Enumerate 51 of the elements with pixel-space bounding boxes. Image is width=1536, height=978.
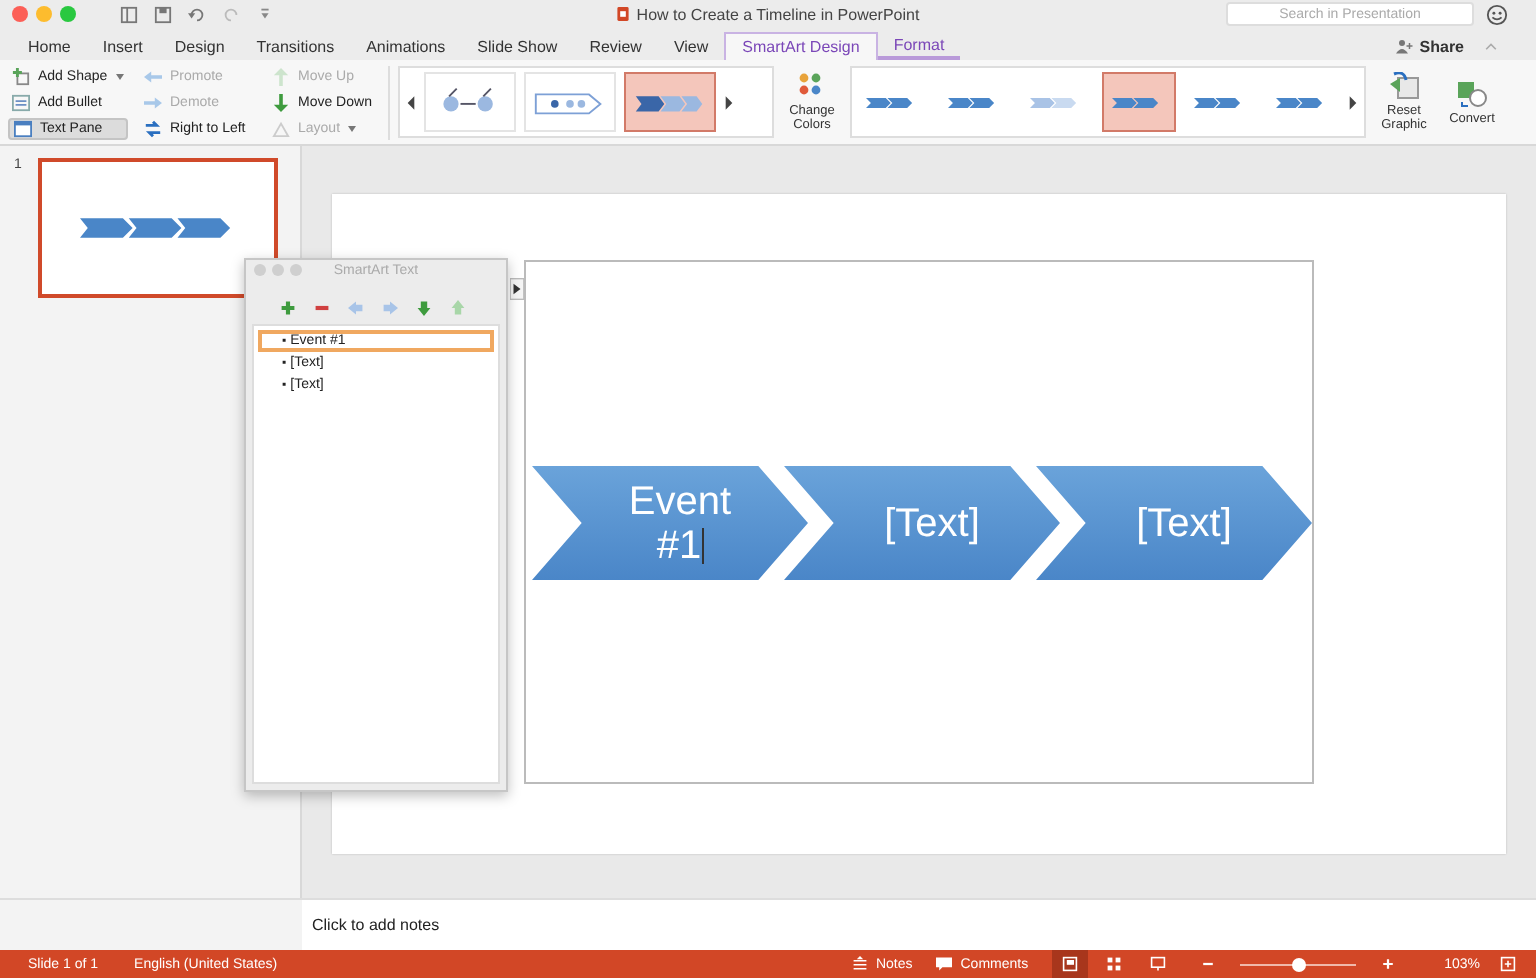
ribbon-tab[interactable]: SmartArt Design	[724, 32, 878, 60]
comment-icon	[936, 956, 953, 972]
ribbon-tab[interactable]: View	[657, 32, 725, 60]
notes-icon	[851, 956, 868, 972]
convert-icon	[1456, 79, 1488, 107]
grid-icon	[1106, 956, 1123, 972]
normal-view-button[interactable]	[1052, 950, 1089, 978]
scroll-right-icon[interactable]	[724, 95, 734, 109]
bullet-list-icon	[12, 93, 30, 111]
collapse-ribbon-icon[interactable]	[1482, 38, 1500, 54]
fit-to-window-icon[interactable]	[1500, 956, 1516, 972]
add-person-icon	[1395, 38, 1414, 54]
add-shape-icon	[12, 67, 30, 85]
slide-thumbnail[interactable]	[37, 158, 278, 298]
ribbon-tab[interactable]: Home	[12, 32, 87, 60]
smiley-icon[interactable]	[1486, 3, 1508, 25]
style-thumbnail[interactable]	[1102, 72, 1177, 132]
ribbon-tab[interactable]: Slide Show	[461, 32, 574, 60]
left-arrow-icon	[144, 67, 162, 85]
ribbon-tab[interactable]: Insert	[86, 32, 159, 60]
customize-icon[interactable]	[256, 5, 274, 23]
layout-thumbnail[interactable]	[624, 72, 716, 132]
undo-icon[interactable]	[188, 5, 206, 23]
ribbon-tab[interactable]: Transitions	[240, 32, 351, 60]
window-title: How to Create a Timeline in PowerPoint	[636, 5, 920, 23]
up-arrow-icon	[272, 67, 290, 85]
right-arrow-icon	[144, 93, 162, 111]
notes-field[interactable]: Click to add notes	[302, 898, 1536, 950]
close-window-button[interactable]	[12, 6, 28, 22]
zoom-in-icon[interactable]	[1380, 956, 1397, 972]
scroll-right-icon[interactable]	[1347, 95, 1358, 109]
normal-view-icon	[1062, 956, 1079, 972]
zoom-window-button[interactable]	[60, 6, 76, 22]
expand-pane-icon[interactable]	[510, 278, 524, 300]
pane-icon	[14, 119, 32, 137]
ribbon-tab[interactable]: Design	[158, 32, 241, 60]
sidebar-icon[interactable]	[120, 5, 138, 23]
swap-arrows-icon	[144, 119, 162, 137]
reset-icon	[1388, 72, 1420, 100]
ribbon-tab[interactable]: Review	[573, 32, 658, 60]
ribbon-tab[interactable]: Animations	[350, 32, 462, 60]
monitor-icon	[1150, 956, 1167, 972]
share-button[interactable]: Share	[1419, 37, 1464, 55]
plus-icon[interactable]	[280, 300, 296, 316]
save-icon[interactable]	[154, 5, 172, 23]
minus-icon[interactable]	[314, 300, 330, 316]
document-icon	[616, 6, 631, 22]
scroll-left-icon[interactable]	[406, 95, 416, 109]
down-arrow-icon	[272, 93, 290, 111]
layout-icon	[272, 119, 290, 137]
down-arrow-icon[interactable]	[416, 300, 432, 316]
